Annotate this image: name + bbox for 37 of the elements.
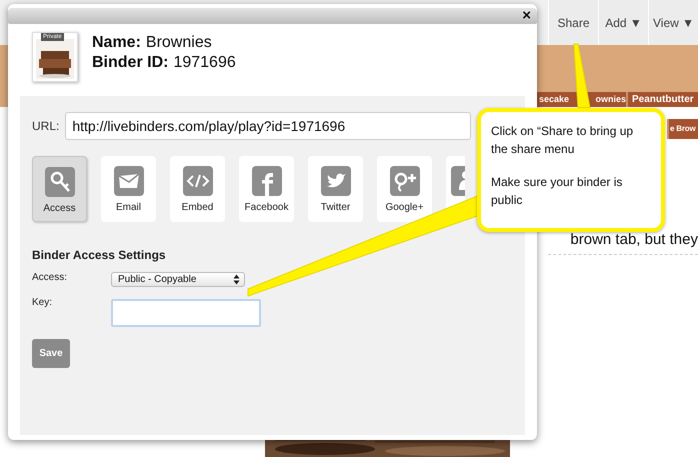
tab-label: secake <box>539 94 570 105</box>
toolbar-button[interactable]: Share <box>548 0 598 45</box>
dropdown-arrows-icon <box>233 274 240 285</box>
binder-tab[interactable]: Peanutbutter <box>626 92 698 107</box>
facebook-icon <box>252 166 282 196</box>
access-label: Access: <box>32 272 68 283</box>
callout-text: Click on “Share to bring up the share menu <box>491 123 634 158</box>
url-field[interactable]: http://livebinders.com/play/play?id=1971696 <box>65 112 472 140</box>
key-icon <box>44 167 74 197</box>
key-field[interactable] <box>111 299 261 327</box>
page-heading: brown tab, but they <box>570 231 698 248</box>
tab-label: ownies <box>595 94 626 105</box>
access-dropdown[interactable]: Public - Copyable <box>111 272 245 287</box>
share-option[interactable]: Email <box>101 156 156 222</box>
close-button[interactable]: × <box>516 9 537 23</box>
section-heading: Binder Access Settings <box>32 248 167 262</box>
binder-name: Brownies <box>146 34 212 52</box>
google-plus-icon <box>390 166 420 196</box>
code-icon <box>182 166 212 196</box>
binder-id: 1971696 <box>173 54 236 72</box>
toolbar-button[interactable]: Add ▼ <box>598 0 648 45</box>
tab-label: Peanutbutter <box>632 94 694 105</box>
key-label: Key: <box>32 297 54 308</box>
bird-icon <box>320 166 350 196</box>
share-option[interactable]: Facebook <box>239 156 294 222</box>
url-label: URL: <box>32 119 60 133</box>
share-option[interactable]: Access <box>32 156 87 222</box>
share-option[interactable]: Google+ <box>377 156 432 222</box>
name-label: Name: <box>92 34 141 52</box>
toolbar-button[interactable]: View ▼ <box>648 0 698 45</box>
callout-text: Make sure your binder is public <box>491 174 624 209</box>
binder-id-label: Binder ID: <box>92 54 168 72</box>
binder-tab[interactable]: e Brow <box>667 119 698 139</box>
share-option[interactable]: Embed <box>170 156 225 222</box>
envelope-icon <box>114 166 144 196</box>
share-option[interactable]: Twitter <box>308 156 363 222</box>
person-icon <box>451 166 465 196</box>
